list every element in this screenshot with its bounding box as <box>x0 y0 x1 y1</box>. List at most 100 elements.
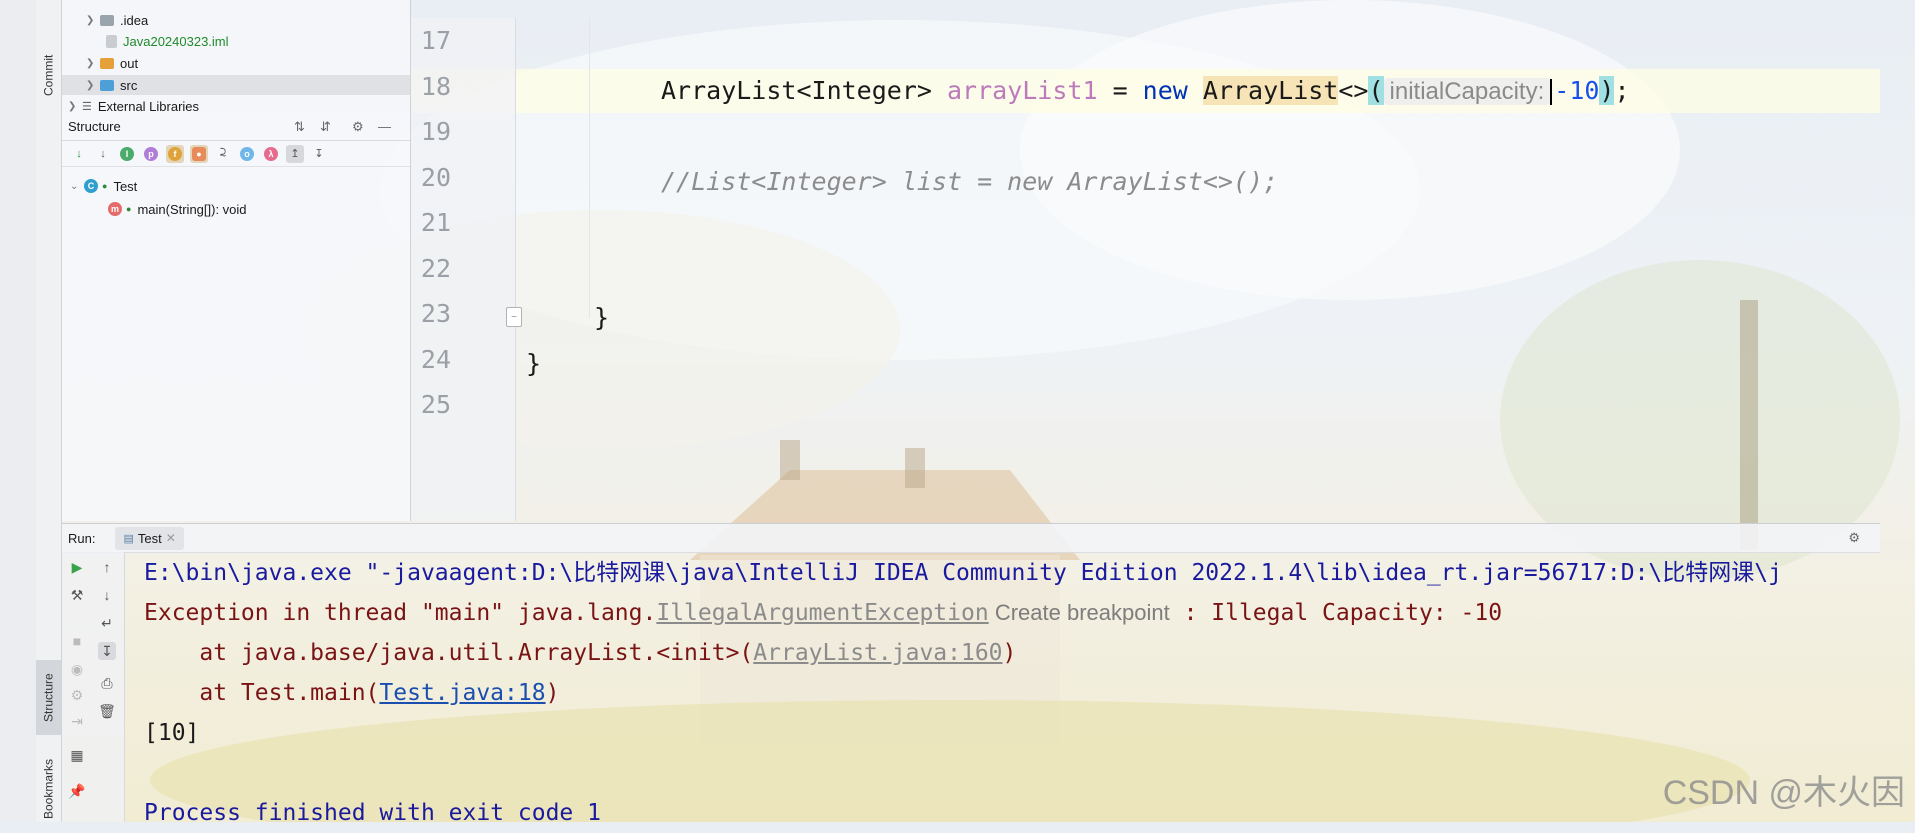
lambda-icon[interactable]: λ <box>262 145 280 163</box>
gear-icon[interactable]: ⚙ <box>1848 530 1860 546</box>
line-number: 19 <box>420 117 451 146</box>
gear-icon[interactable]: ⚙ <box>352 119 364 135</box>
structure-tab-label: Structure <box>41 673 56 722</box>
run-toolbar: ▶ ↑ ⚒ ↓ ↵ ■ ↧ ◉ ⚙ ⎙ 🗑 ⇥ ▦ 📌 <box>62 552 125 822</box>
project-tree: ❯ .idea Java20240323.iml ❯ out ❯ src ❯ ☰… <box>62 0 411 114</box>
collapse-all-icon[interactable]: ⇵ <box>320 119 331 135</box>
tree-item-label: Java20240323.iml <box>123 33 229 49</box>
line-number: 18 <box>420 72 451 101</box>
print-icon[interactable]: ⎙ <box>98 674 116 692</box>
show-lambdas-icon[interactable]: o <box>238 145 256 163</box>
pin-icon[interactable]: 📌 <box>68 782 86 800</box>
layout-icon[interactable]: ▦ <box>68 746 86 764</box>
structure-panel: Structure ⇅ ⇵ ⚙ — ↓ ↓ I p f ● ⫈ o λ ↥ ↧ … <box>62 113 411 521</box>
code-line-23[interactable]: } <box>594 296 609 340</box>
bookmarks-tab[interactable]: Bookmarks <box>36 755 61 822</box>
create-breakpoint-hint[interactable]: Create breakpoint <box>995 600 1170 625</box>
expand-all-icon[interactable]: ⇅ <box>294 119 305 135</box>
console-line: Process finished with exit code 1 <box>144 800 601 826</box>
autoscroll-to-source-icon[interactable]: ↥ <box>286 144 304 163</box>
code-token: ) <box>1599 76 1615 105</box>
stacktrace-link[interactable]: Test.java:18 <box>379 680 545 706</box>
camera-icon[interactable]: ◉ <box>68 660 86 678</box>
down-arrow-icon[interactable]: ↓ <box>98 586 116 604</box>
parameter-hint: initialCapacity: <box>1383 78 1551 105</box>
console-text: at Test.main( <box>144 680 380 706</box>
show-inherited-icon[interactable]: I <box>118 145 136 163</box>
show-anonymous-icon[interactable]: ⫈ <box>214 145 232 163</box>
chevron-right-icon[interactable]: ❯ <box>86 15 100 26</box>
commit-tab[interactable]: Commit <box>36 40 61 110</box>
show-non-public-icon[interactable]: ● <box>190 144 208 163</box>
line-number: 20 <box>420 163 451 192</box>
public-icon: ● <box>102 181 108 191</box>
sort-by-type-icon[interactable]: ↓ <box>70 145 88 163</box>
chevron-right-icon[interactable]: ❯ <box>86 58 100 69</box>
run-header: Run: ▤ Test ✕ ⚙ <box>62 523 1880 553</box>
line-number: 17 <box>420 26 451 55</box>
sort-alpha-icon[interactable]: ↓ <box>94 145 112 163</box>
commit-tab-label: Commit <box>41 54 56 96</box>
structure-method-label: main(String[]): void <box>137 201 247 217</box>
wrench-icon[interactable]: ⚒ <box>68 586 86 604</box>
stacktrace-link[interactable]: ArrayList.java:160 <box>753 640 1002 666</box>
console-line: at Test.main(Test.java:18) <box>144 673 559 713</box>
close-icon[interactable]: ✕ <box>166 531 176 545</box>
show-properties-icon[interactable]: p <box>142 145 160 163</box>
code-line-24[interactable]: } <box>526 342 541 386</box>
scroll-to-end-icon[interactable]: ↧ <box>98 642 116 660</box>
line-number: 24 <box>420 345 451 374</box>
tree-item-label: .idea <box>120 12 149 28</box>
exit-icon[interactable]: ⇥ <box>68 712 86 730</box>
public-icon: ● <box>126 204 132 214</box>
exception-link[interactable]: IllegalArgumentException <box>656 600 988 626</box>
tree-item-label: External Libraries <box>97 98 200 114</box>
code-token: ( <box>1368 76 1384 105</box>
autoscroll-from-source-icon[interactable]: ↧ <box>310 145 328 163</box>
structure-method-row[interactable]: m ● main(String[]): void <box>108 199 247 219</box>
code-token: <> <box>1338 76 1369 105</box>
show-fields-icon[interactable]: f <box>166 144 184 163</box>
folder-icon <box>100 57 114 69</box>
chevron-down-icon[interactable]: ⌄ <box>70 181 84 192</box>
run-label: Run: <box>68 530 96 546</box>
structure-class-row[interactable]: ⌄ C ● Test <box>70 176 137 196</box>
up-arrow-icon[interactable]: ↑ <box>98 558 116 576</box>
tree-item-label: out <box>120 55 139 71</box>
structure-toolbar: ↓ ↓ I p f ● ⫈ o λ ↥ ↧ <box>62 141 410 167</box>
line-number: 23 <box>420 299 451 328</box>
chevron-right-icon[interactable]: ❯ <box>68 101 82 112</box>
chevron-right-icon[interactable]: ❯ <box>86 80 100 91</box>
console-line: [10] <box>144 720 200 746</box>
fold-marker-icon[interactable]: − <box>506 307 522 327</box>
structure-title: Structure <box>68 119 121 134</box>
library-icon: ☰ <box>82 100 92 113</box>
code-editor[interactable]: 17 18 19 20 21 22 23 24 25 − ArrayList<I… <box>411 18 1880 521</box>
trash-icon[interactable]: 🗑 <box>98 702 116 720</box>
structure-side-tab[interactable]: Structure <box>36 660 61 735</box>
code-line-18[interactable]: ArrayList<Integer> arrayList1 = new Arra… <box>661 69 1630 113</box>
tree-item-out[interactable]: ❯ out <box>86 53 138 73</box>
rerun-icon[interactable]: ▶ <box>68 558 86 576</box>
folder-icon <box>100 79 114 91</box>
console-output[interactable]: E:\bin\java.exe "-javaagent:D:\比特网课\java… <box>144 552 1880 826</box>
minimize-icon[interactable]: — <box>378 119 391 134</box>
text-caret <box>1550 79 1553 105</box>
code-token: -10 <box>1554 76 1600 105</box>
console-icon: ▤ <box>123 532 134 545</box>
code-token: ArrayList <box>1202 76 1339 105</box>
run-tab-test[interactable]: ▤ Test ✕ <box>115 526 184 550</box>
soft-wrap-icon[interactable]: ↵ <box>98 614 116 632</box>
watermark: CSDN @木火因 <box>1662 774 1905 812</box>
tree-item-label: src <box>120 77 138 93</box>
tree-item-idea[interactable]: ❯ .idea <box>86 10 148 30</box>
line-number: 25 <box>420 390 451 419</box>
code-line-20[interactable]: //List<Integer> list = new ArrayList<>()… <box>661 160 1278 204</box>
tree-item-iml[interactable]: Java20240323.iml <box>106 31 229 51</box>
console-text: at java.base/java.util.ArrayList.<init>( <box>144 640 754 666</box>
bookmarks-tab-label: Bookmarks <box>41 758 56 819</box>
stop-icon[interactable]: ■ <box>68 632 86 650</box>
tree-item-src[interactable]: ❯ src <box>62 75 410 95</box>
console-text: ) <box>1002 640 1017 666</box>
settings-icon[interactable]: ⚙ <box>68 686 86 704</box>
